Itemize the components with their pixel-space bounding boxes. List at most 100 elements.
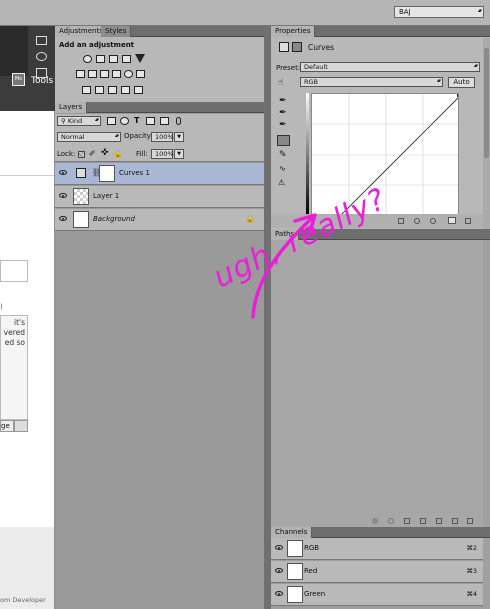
brightness-icon[interactable] bbox=[83, 55, 92, 63]
properties-title: Curves bbox=[308, 43, 335, 52]
properties-scroll-thumb[interactable] bbox=[484, 48, 489, 158]
tool-icon-2[interactable] bbox=[36, 52, 47, 61]
ms-button[interactable]: Ms bbox=[12, 73, 25, 86]
layer-mask-thumb[interactable] bbox=[99, 165, 115, 182]
tools-label[interactable]: Tools bbox=[31, 76, 53, 86]
blend-mode-select[interactable]: Normal bbox=[57, 132, 121, 142]
black-eyedropper-icon[interactable]: ✒ bbox=[279, 96, 287, 106]
view-previous-icon[interactable] bbox=[414, 218, 420, 224]
adjustment-icons-row-2 bbox=[76, 70, 156, 80]
hue-saturation-icon[interactable] bbox=[76, 70, 85, 78]
doc-button[interactable]: ge bbox=[0, 420, 14, 432]
eye-icon[interactable] bbox=[275, 545, 283, 550]
channel-value: RGB bbox=[304, 78, 319, 86]
posterize-icon[interactable] bbox=[95, 86, 104, 94]
curve-output-gradient bbox=[306, 93, 309, 215]
tab-channels[interactable]: Channels bbox=[271, 527, 313, 538]
eye-icon[interactable] bbox=[275, 591, 283, 596]
channel-row[interactable]: RGB ⌘2 bbox=[271, 538, 483, 560]
filter-shape-icon[interactable] bbox=[146, 117, 155, 125]
tab-layers[interactable]: Layers bbox=[55, 102, 88, 113]
workspace-select-label: BAJ bbox=[399, 8, 411, 16]
target-adjust-icon[interactable]: ☝ bbox=[278, 78, 283, 88]
gray-eyedropper-icon[interactable]: ✒ bbox=[279, 108, 287, 118]
clip-to-layer-icon[interactable] bbox=[398, 218, 404, 224]
lock-pixels-icon[interactable]: ✐ bbox=[89, 149, 96, 158]
threshold-icon[interactable] bbox=[108, 86, 117, 94]
tab-styles[interactable]: Styles bbox=[101, 26, 132, 37]
adjustments-tab-bar: Adjustments Styles bbox=[55, 26, 264, 37]
filter-adjustment-icon[interactable] bbox=[120, 117, 129, 125]
eye-icon[interactable] bbox=[59, 216, 67, 221]
white-eyedropper-icon[interactable]: ✒ bbox=[279, 120, 287, 130]
eye-icon[interactable] bbox=[275, 568, 283, 573]
exposure-icon[interactable] bbox=[122, 55, 131, 63]
make-path-icon[interactable] bbox=[420, 518, 426, 524]
opacity-dropdown[interactable]: ▼ bbox=[174, 132, 184, 142]
tool-icon-1[interactable] bbox=[36, 36, 47, 45]
color-lookup-icon[interactable] bbox=[136, 70, 145, 78]
layer-name: Layer 1 bbox=[93, 192, 120, 200]
tab-adjustments[interactable]: Adjustments bbox=[55, 26, 108, 37]
doc-paren: ) bbox=[0, 303, 3, 311]
adjustment-icons-row-3 bbox=[82, 86, 152, 96]
invert-icon[interactable] bbox=[82, 86, 91, 94]
fill-path-icon[interactable] bbox=[372, 518, 378, 524]
photo-filter-icon[interactable] bbox=[112, 70, 121, 78]
smooth-icon[interactable]: ∿ bbox=[279, 164, 286, 173]
stroke-path-icon[interactable] bbox=[388, 518, 394, 524]
lock-transparent-icon[interactable] bbox=[78, 151, 85, 158]
black-white-icon[interactable] bbox=[100, 70, 109, 78]
levels-icon[interactable] bbox=[96, 55, 105, 63]
delete-path-icon[interactable] bbox=[467, 518, 473, 524]
blend-mode-label: Normal bbox=[61, 133, 85, 141]
channel-select[interactable]: RGB bbox=[300, 77, 443, 87]
curve-graph[interactable] bbox=[311, 93, 459, 215]
channels-scrollbar[interactable] bbox=[483, 538, 490, 609]
preset-select[interactable]: Default bbox=[300, 62, 480, 72]
layer-row[interactable]: ⛓ Curves 1 bbox=[55, 163, 264, 185]
trash-icon[interactable] bbox=[465, 218, 471, 224]
filter-type-icon[interactable]: T bbox=[134, 116, 139, 125]
curve-edit-icon[interactable] bbox=[277, 135, 290, 146]
channel-name: Red bbox=[304, 567, 318, 575]
channel-shortcut: ⌘4 bbox=[466, 590, 477, 598]
load-selection-icon[interactable] bbox=[404, 518, 410, 524]
lock-all-icon[interactable]: 🔒 bbox=[113, 149, 123, 158]
filter-toggle-icon[interactable] bbox=[176, 117, 181, 125]
clipping-warning-icon[interactable]: ⚠ bbox=[278, 178, 285, 187]
channel-row[interactable]: Green ⌘4 bbox=[271, 584, 483, 606]
opacity-label: Opacity: bbox=[124, 132, 153, 140]
mask-icon[interactable] bbox=[292, 42, 302, 52]
doc-text-line: vered bbox=[3, 328, 25, 337]
doc-textarea[interactable]: it's vered ed so bbox=[0, 315, 28, 420]
add-mask-icon[interactable] bbox=[436, 518, 442, 524]
curves-layer-icon bbox=[76, 168, 86, 178]
channel-row[interactable]: Red ⌘3 bbox=[271, 561, 483, 583]
doc-input-box[interactable] bbox=[0, 260, 28, 282]
layer-filter-kind[interactable]: ⚲ Kind bbox=[57, 116, 101, 126]
fill-input[interactable]: 100% bbox=[151, 149, 174, 159]
filter-smart-icon[interactable] bbox=[160, 117, 169, 125]
visibility-icon[interactable] bbox=[448, 217, 456, 224]
eye-icon[interactable] bbox=[59, 170, 67, 175]
gradient-map-icon[interactable] bbox=[121, 86, 130, 94]
selective-color-icon[interactable] bbox=[134, 86, 143, 94]
new-path-icon[interactable] bbox=[452, 518, 458, 524]
doc-image-icon[interactable] bbox=[14, 420, 28, 432]
channel-mixer-icon[interactable] bbox=[124, 70, 133, 78]
vibrance-icon[interactable] bbox=[135, 54, 145, 63]
paths-scrollbar[interactable] bbox=[483, 240, 490, 527]
auto-button[interactable]: Auto bbox=[448, 77, 475, 88]
fill-dropdown[interactable]: ▼ bbox=[174, 149, 184, 159]
lock-position-icon[interactable]: ✜ bbox=[101, 148, 109, 158]
color-balance-icon[interactable] bbox=[88, 70, 97, 78]
opacity-input[interactable]: 100% bbox=[151, 132, 174, 142]
tab-properties[interactable]: Properties bbox=[271, 26, 316, 37]
curves-adjust-icon[interactable] bbox=[109, 55, 118, 63]
filter-pixel-icon[interactable] bbox=[107, 117, 116, 125]
eye-icon[interactable] bbox=[59, 193, 67, 198]
pencil-icon[interactable]: ✎ bbox=[279, 150, 287, 160]
workspace-select[interactable]: BAJ bbox=[394, 6, 484, 18]
reset-icon[interactable] bbox=[430, 218, 436, 224]
